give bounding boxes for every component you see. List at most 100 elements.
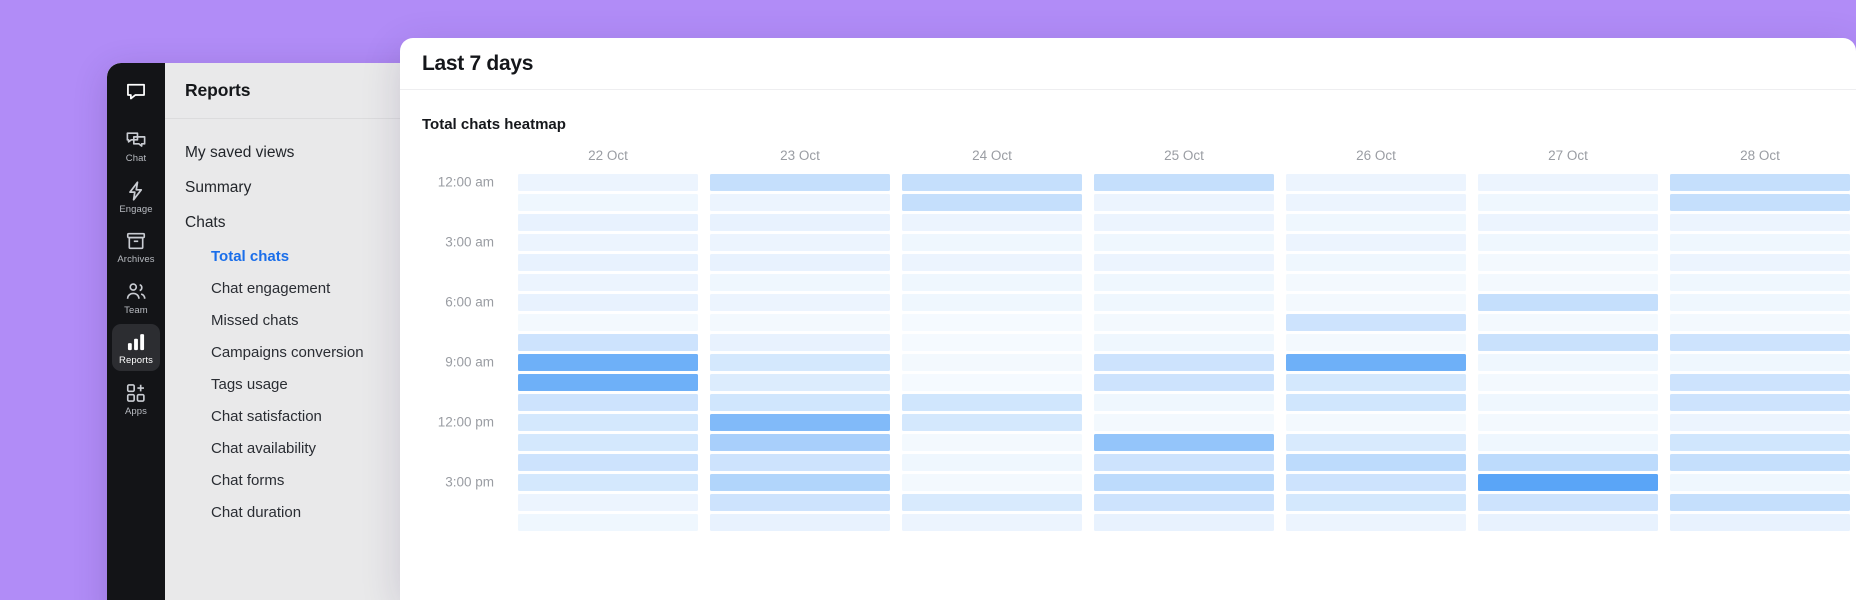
heatmap-cell[interactable]: [1478, 433, 1658, 451]
heatmap-cell[interactable]: [518, 253, 698, 271]
heatmap-cell[interactable]: [902, 313, 1082, 331]
chat-bubble-logo-icon[interactable]: [112, 74, 160, 118]
heatmap-cell[interactable]: [518, 293, 698, 311]
heatmap-cell[interactable]: [1478, 313, 1658, 331]
heatmap-cell[interactable]: [902, 173, 1082, 191]
heatmap-cell[interactable]: [902, 373, 1082, 391]
heatmap-cell[interactable]: [902, 453, 1082, 471]
heatmap-cell[interactable]: [1094, 293, 1274, 311]
heatmap-cell[interactable]: [518, 213, 698, 231]
heatmap-cell[interactable]: [1094, 313, 1274, 331]
heatmap-cell[interactable]: [902, 213, 1082, 231]
heatmap-cell[interactable]: [710, 353, 890, 371]
heatmap-cell[interactable]: [902, 333, 1082, 351]
heatmap-cell[interactable]: [1094, 253, 1274, 271]
heatmap-cell[interactable]: [710, 393, 890, 411]
heatmap-cell[interactable]: [710, 173, 890, 191]
heatmap-cell[interactable]: [1478, 413, 1658, 431]
heatmap-cell[interactable]: [1670, 213, 1850, 231]
heatmap-cell[interactable]: [710, 473, 890, 491]
heatmap-cell[interactable]: [518, 393, 698, 411]
heatmap-cell[interactable]: [518, 453, 698, 471]
rail-item-apps[interactable]: Apps: [112, 375, 160, 422]
heatmap-cell[interactable]: [1670, 313, 1850, 331]
heatmap-cell[interactable]: [1286, 433, 1466, 451]
rail-item-team[interactable]: Team: [112, 274, 160, 321]
heatmap-cell[interactable]: [1094, 433, 1274, 451]
heatmap-cell[interactable]: [1286, 333, 1466, 351]
heatmap-cell[interactable]: [1094, 353, 1274, 371]
heatmap-cell[interactable]: [1478, 253, 1658, 271]
heatmap-cell[interactable]: [710, 493, 890, 511]
heatmap-cell[interactable]: [710, 313, 890, 331]
heatmap-cell[interactable]: [902, 293, 1082, 311]
heatmap-cell[interactable]: [1670, 393, 1850, 411]
heatmap-cell[interactable]: [710, 433, 890, 451]
heatmap-cell[interactable]: [1286, 473, 1466, 491]
heatmap-cell[interactable]: [1478, 373, 1658, 391]
heatmap-cell[interactable]: [1670, 493, 1850, 511]
heatmap-cell[interactable]: [1478, 293, 1658, 311]
heatmap-cell[interactable]: [1286, 173, 1466, 191]
heatmap-cell[interactable]: [710, 253, 890, 271]
heatmap-cell[interactable]: [902, 393, 1082, 411]
heatmap-cell[interactable]: [1670, 453, 1850, 471]
heatmap-cell[interactable]: [1478, 333, 1658, 351]
heatmap-cell[interactable]: [1478, 493, 1658, 511]
heatmap-cell[interactable]: [1670, 333, 1850, 351]
heatmap-cell[interactable]: [710, 273, 890, 291]
heatmap-cell[interactable]: [1670, 193, 1850, 211]
heatmap-cell[interactable]: [518, 353, 698, 371]
heatmap-cell[interactable]: [1670, 273, 1850, 291]
heatmap-cell[interactable]: [1094, 333, 1274, 351]
heatmap-cell[interactable]: [1478, 473, 1658, 491]
heatmap-cell[interactable]: [1478, 233, 1658, 251]
heatmap-cell[interactable]: [1286, 293, 1466, 311]
heatmap-cell[interactable]: [1094, 413, 1274, 431]
heatmap-cell[interactable]: [1478, 193, 1658, 211]
heatmap-cell[interactable]: [1286, 213, 1466, 231]
rail-item-archives[interactable]: Archives: [112, 223, 160, 270]
heatmap-cell[interactable]: [1286, 313, 1466, 331]
heatmap-cell[interactable]: [710, 333, 890, 351]
heatmap-cell[interactable]: [1670, 233, 1850, 251]
heatmap-cell[interactable]: [1286, 253, 1466, 271]
heatmap-cell[interactable]: [1286, 453, 1466, 471]
heatmap-cell[interactable]: [518, 473, 698, 491]
heatmap-cell[interactable]: [1670, 173, 1850, 191]
heatmap-cell[interactable]: [1094, 273, 1274, 291]
heatmap-cell[interactable]: [1286, 373, 1466, 391]
heatmap-cell[interactable]: [902, 253, 1082, 271]
heatmap-cell[interactable]: [1478, 173, 1658, 191]
heatmap-cell[interactable]: [902, 353, 1082, 371]
heatmap-cell[interactable]: [710, 233, 890, 251]
heatmap-cell[interactable]: [518, 233, 698, 251]
rail-item-reports[interactable]: Reports: [112, 324, 160, 371]
heatmap-cell[interactable]: [902, 473, 1082, 491]
heatmap-cell[interactable]: [902, 193, 1082, 211]
heatmap-cell[interactable]: [518, 193, 698, 211]
heatmap-cell[interactable]: [1478, 273, 1658, 291]
heatmap-cell[interactable]: [1670, 353, 1850, 371]
heatmap-cell[interactable]: [518, 333, 698, 351]
heatmap-cell[interactable]: [710, 193, 890, 211]
heatmap-cell[interactable]: [710, 373, 890, 391]
heatmap-cell[interactable]: [1670, 373, 1850, 391]
heatmap-cell[interactable]: [1094, 213, 1274, 231]
heatmap-cell[interactable]: [518, 173, 698, 191]
heatmap-cell[interactable]: [518, 413, 698, 431]
rail-item-engage[interactable]: Engage: [112, 173, 160, 220]
heatmap-cell[interactable]: [518, 493, 698, 511]
heatmap-cell[interactable]: [1094, 233, 1274, 251]
heatmap-cell[interactable]: [1478, 453, 1658, 471]
rail-item-chat[interactable]: Chat: [112, 122, 160, 169]
heatmap-cell[interactable]: [1670, 293, 1850, 311]
heatmap-cell[interactable]: [518, 513, 698, 531]
heatmap-cell[interactable]: [1478, 513, 1658, 531]
heatmap-cell[interactable]: [902, 513, 1082, 531]
heatmap-cell[interactable]: [1478, 353, 1658, 371]
heatmap-cell[interactable]: [710, 413, 890, 431]
heatmap-cell[interactable]: [710, 513, 890, 531]
heatmap-cell[interactable]: [1286, 193, 1466, 211]
heatmap-cell[interactable]: [1670, 473, 1850, 491]
